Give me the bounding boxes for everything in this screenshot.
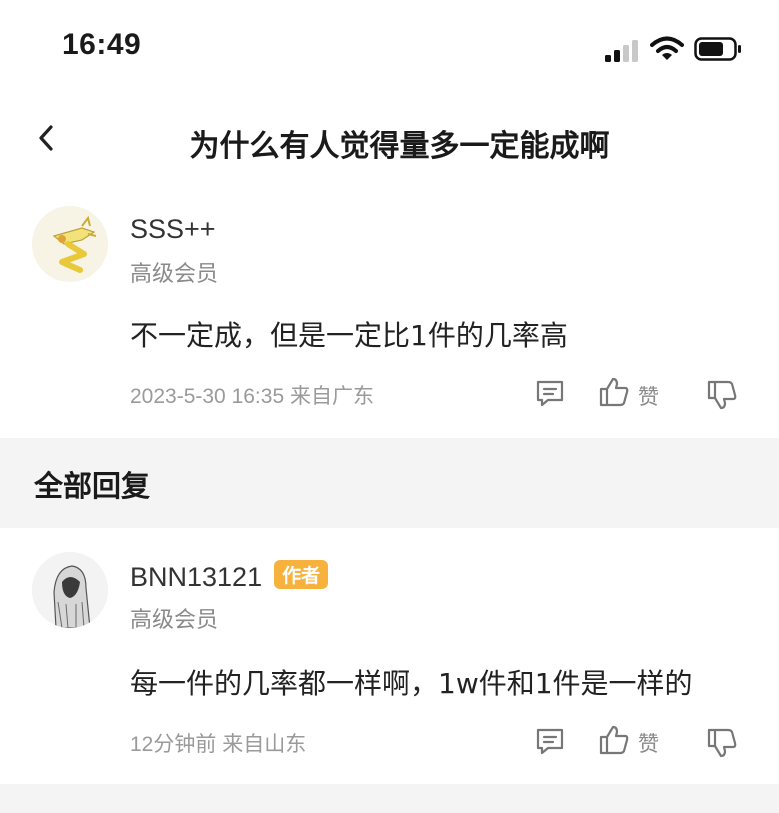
thumbs-up-icon xyxy=(599,377,629,407)
wifi-icon xyxy=(650,36,684,60)
thumbs-up-icon xyxy=(599,725,629,755)
member-level: 高级会员 xyxy=(130,262,219,287)
member-level: 高级会员 xyxy=(130,608,219,633)
thumbs-down-icon xyxy=(707,380,737,410)
thumbs-down-icon xyxy=(707,728,737,758)
section-divider: 全部回复 xyxy=(0,438,779,528)
username[interactable]: SSS++ xyxy=(130,214,216,245)
comment-icon xyxy=(536,380,564,407)
like-button[interactable] xyxy=(597,375,631,409)
username-text: BNN13121 xyxy=(130,562,263,592)
comment-icon xyxy=(536,728,564,755)
reply-content: 每一件的几率都一样啊，1w件和1件是一样的 xyxy=(130,667,693,700)
post-content: 不一定成，但是一定比1件的几率高 xyxy=(130,319,568,352)
avatar-image xyxy=(32,552,108,628)
bottom-divider xyxy=(0,784,779,813)
dislike-button[interactable] xyxy=(705,726,739,760)
avatar-image xyxy=(32,206,108,282)
status-bar: 16:49 xyxy=(0,0,779,100)
status-time: 16:49 xyxy=(62,28,142,61)
post-meta: 2023-5-30 16:35 来自广东 xyxy=(130,385,374,408)
like-button[interactable] xyxy=(597,723,631,757)
like-label[interactable]: 赞 xyxy=(638,728,659,758)
replies-section-title: 全部回复 xyxy=(34,469,151,503)
comment-button[interactable] xyxy=(534,725,566,759)
reply-item: BNN13121 作者 高级会员 每一件的几率都一样啊，1w件和1件是一样的 12… xyxy=(0,528,779,784)
reply-meta: 12分钟前 来自山东 xyxy=(130,733,307,756)
cellular-signal-icon xyxy=(605,40,638,62)
dislike-button[interactable] xyxy=(705,378,739,412)
main-post: SSS++ 高级会员 不一定成，但是一定比1件的几率高 2023-5-30 16… xyxy=(0,200,779,438)
author-badge: 作者 xyxy=(274,560,329,589)
comment-button[interactable] xyxy=(534,377,566,411)
avatar[interactable] xyxy=(32,206,108,282)
avatar[interactable] xyxy=(32,552,108,628)
page-title: 为什么有人觉得量多一定能成啊 xyxy=(189,129,610,164)
username[interactable]: BNN13121 作者 xyxy=(130,560,329,593)
battery-icon xyxy=(694,37,741,61)
like-label[interactable]: 赞 xyxy=(638,381,659,411)
nav-bar: 为什么有人觉得量多一定能成啊 xyxy=(0,105,779,175)
